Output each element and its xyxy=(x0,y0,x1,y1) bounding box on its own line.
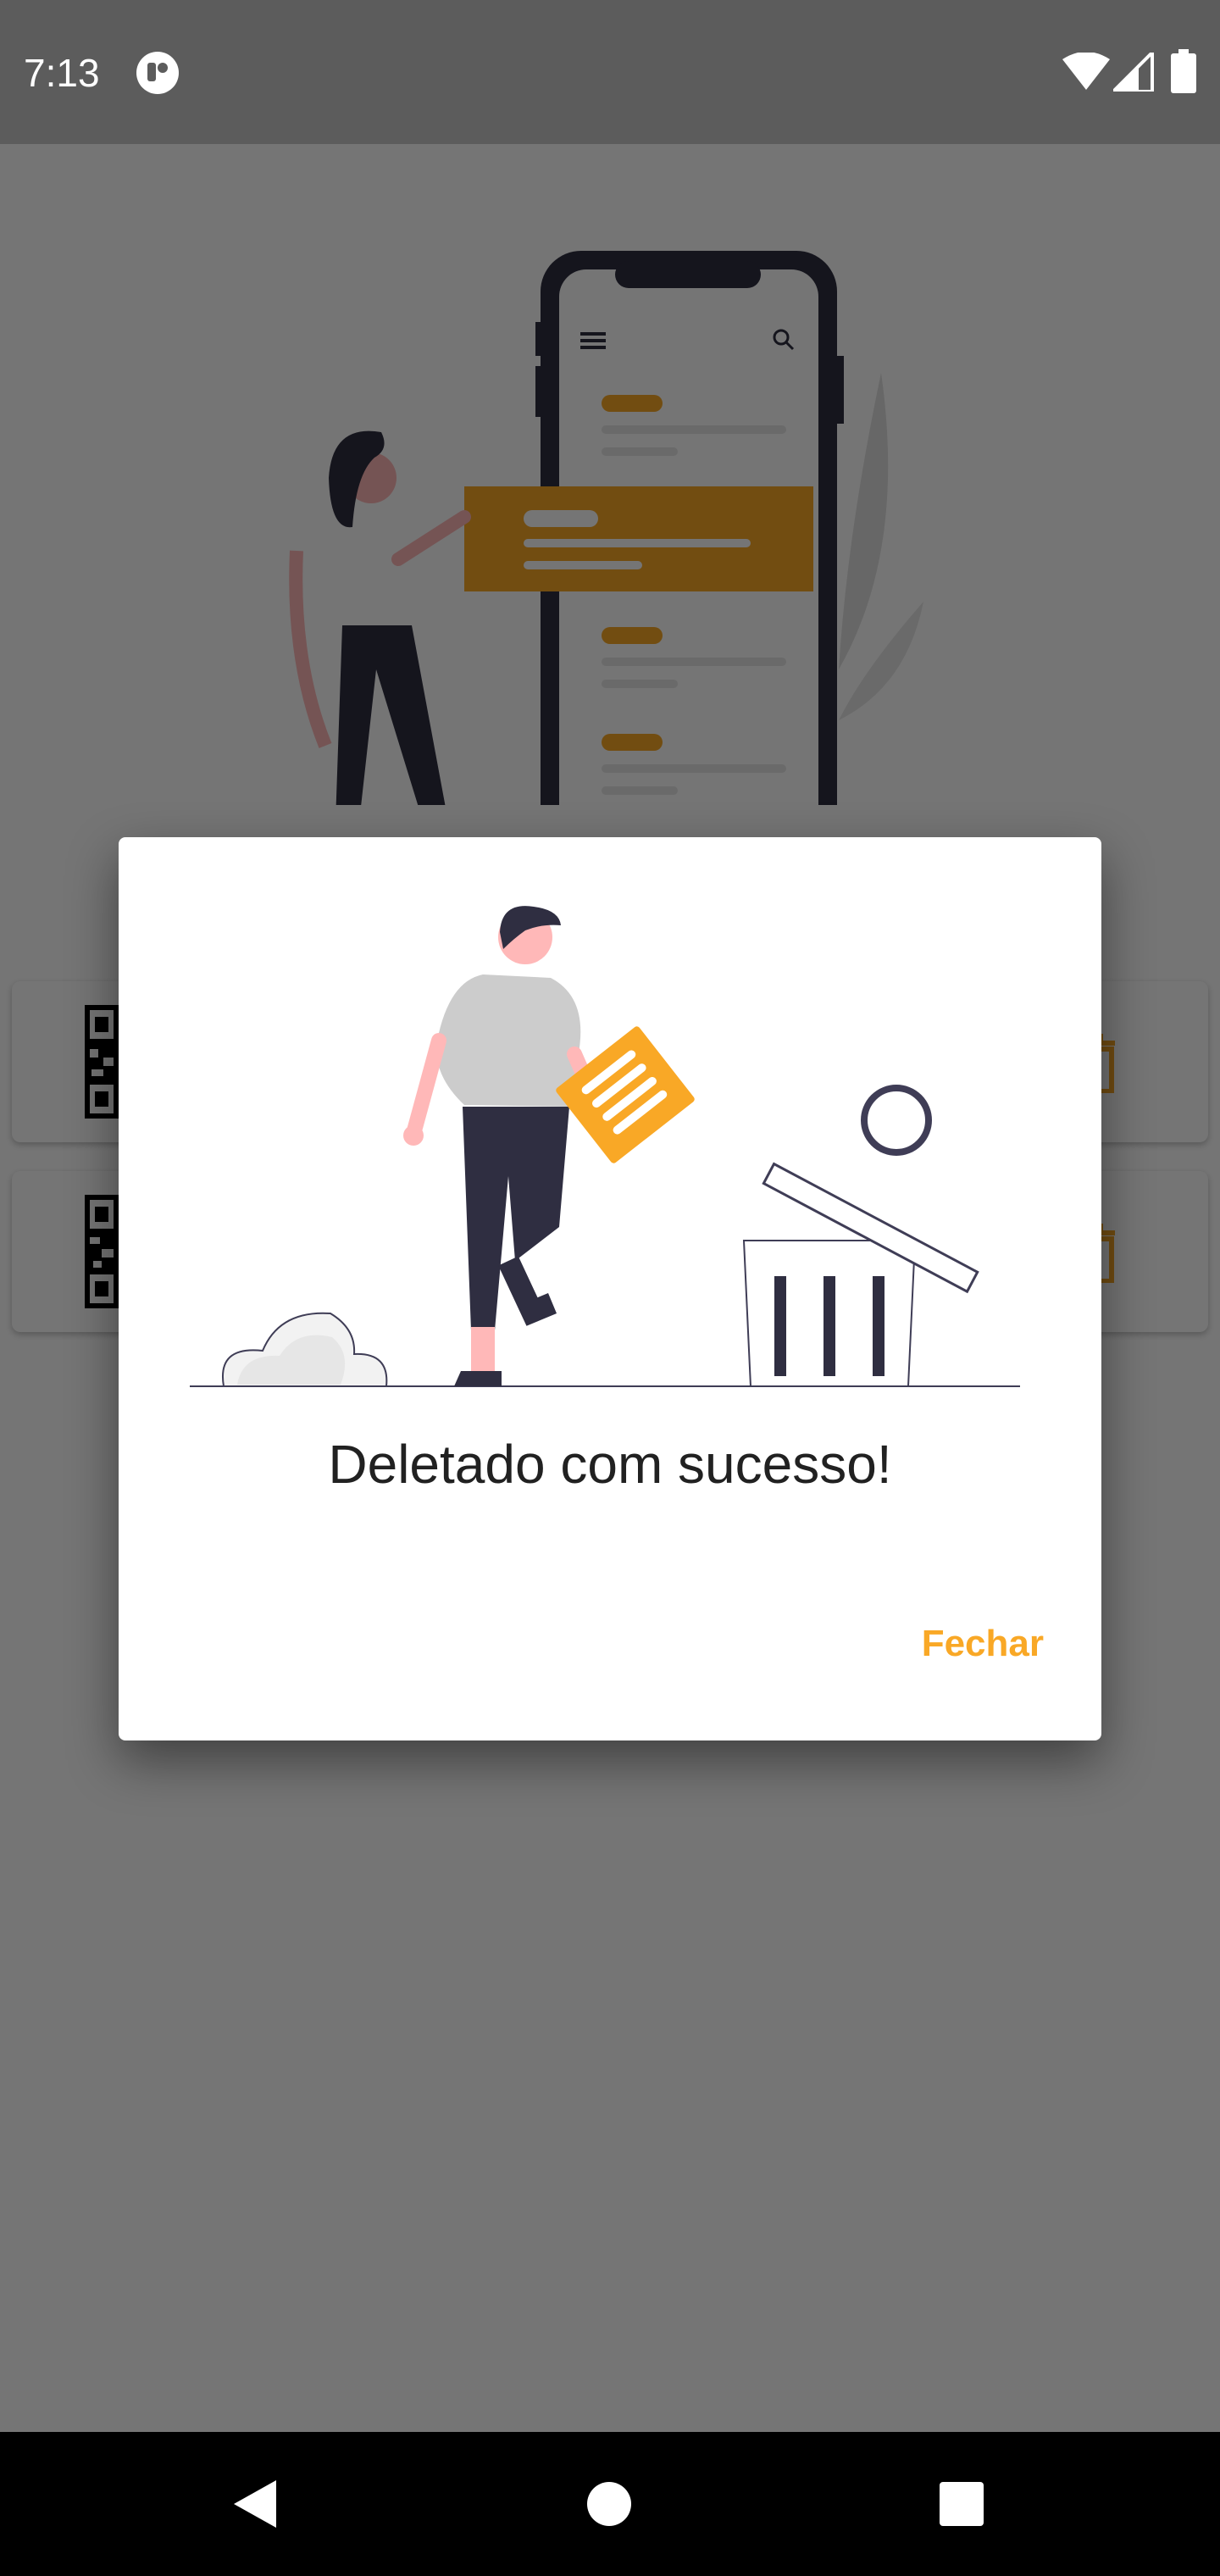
cell-signal-icon xyxy=(1113,53,1154,92)
app-notification-icon xyxy=(136,52,179,94)
back-icon[interactable] xyxy=(232,2479,278,2529)
close-button[interactable]: Fechar xyxy=(915,1610,1051,1678)
dialog-title: Deletado com sucesso! xyxy=(328,1434,892,1495)
deleted-document-illustration xyxy=(190,906,1020,1387)
status-bar: 7:13 xyxy=(0,0,1220,144)
battery-icon xyxy=(1171,49,1196,93)
wifi-icon xyxy=(1062,53,1110,90)
recents-icon[interactable] xyxy=(939,2481,984,2527)
home-icon[interactable] xyxy=(586,2481,632,2527)
success-dialog: Deletado com sucesso! Fechar xyxy=(119,837,1101,1740)
navigation-bar xyxy=(0,2432,1220,2576)
status-time: 7:13 xyxy=(24,51,100,95)
